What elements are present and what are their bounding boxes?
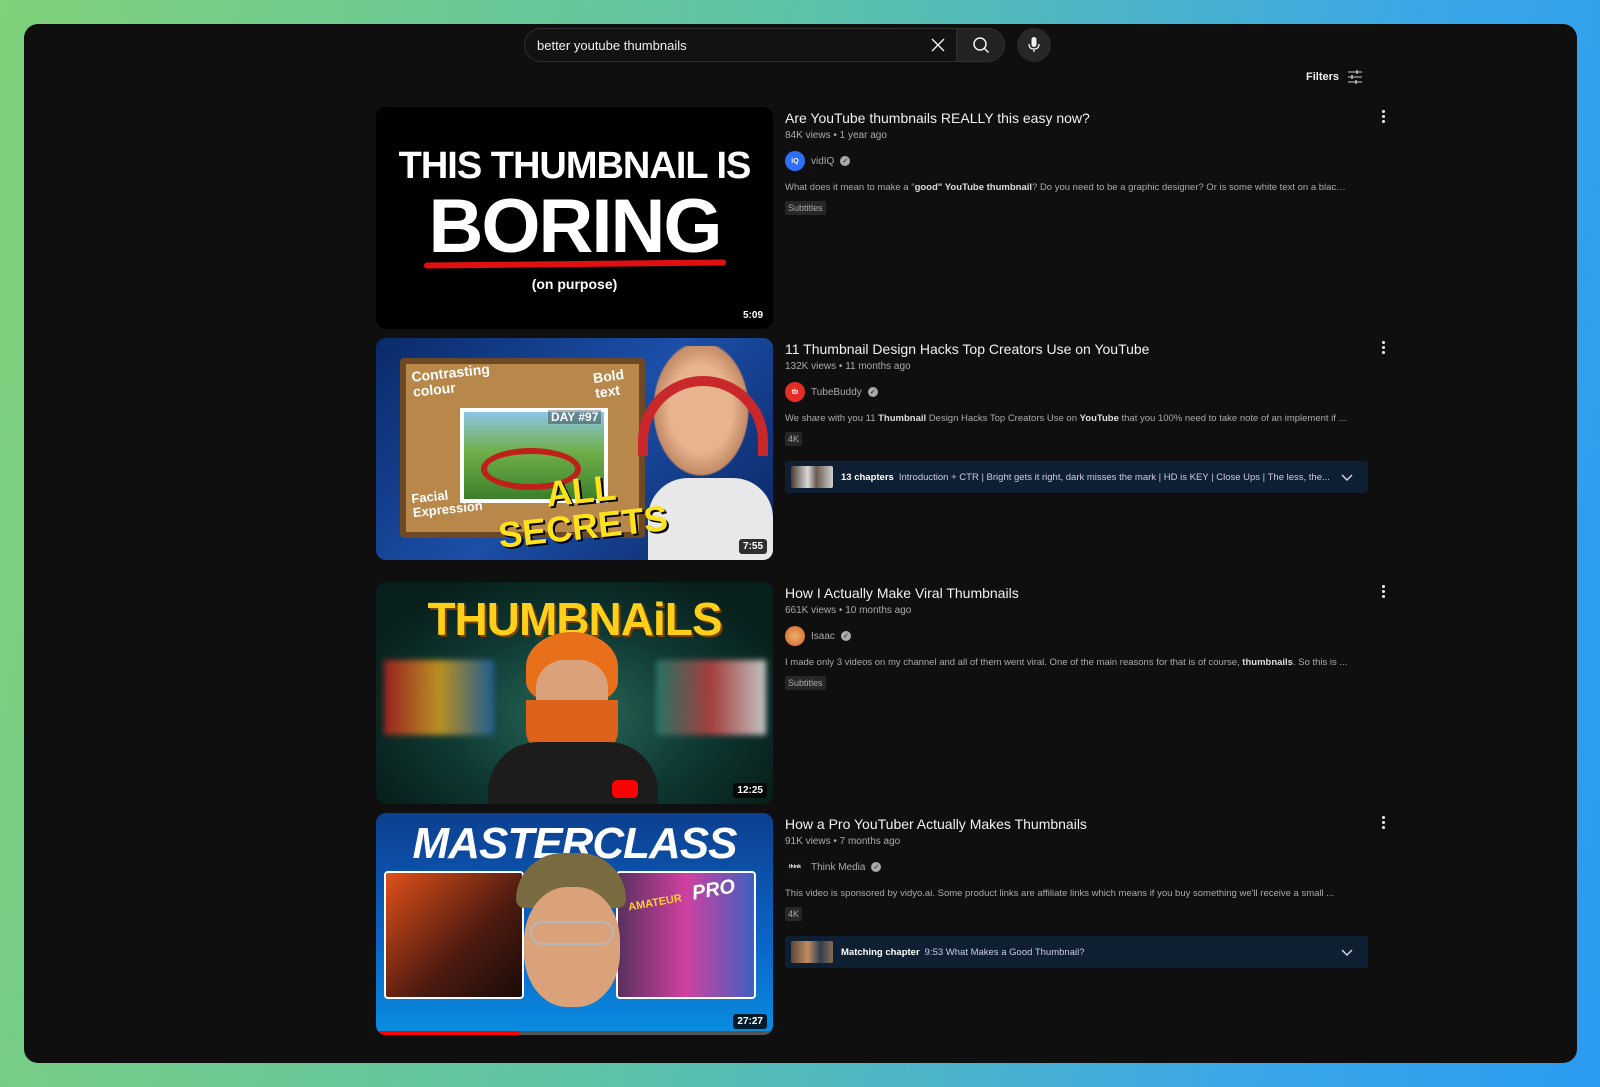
channel-link[interactable]: tb TubeBuddy ✓ <box>785 382 1375 402</box>
browser-window: better youtube thumbnails Filters THIS T… <box>24 24 1577 1063</box>
play-logo <box>612 780 638 798</box>
chapters-text: Introduction + CTR | Bright gets it righ… <box>898 471 1330 483</box>
channel-link[interactable]: Isaac ✓ <box>785 626 1375 646</box>
video-title[interactable]: 11 Thumbnail Design Hacks Top Creators U… <box>785 341 1375 357</box>
matching-chapter-bar[interactable]: Matching chapter 9:53 What Makes a Good … <box>785 936 1368 968</box>
channel-name[interactable]: TubeBuddy <box>811 387 862 398</box>
channel-name[interactable]: Isaac <box>811 631 835 642</box>
channel-name[interactable]: Think Media <box>811 862 865 873</box>
close-icon <box>931 38 945 52</box>
voice-search-button[interactable] <box>1017 28 1051 62</box>
video-thumbnail[interactable]: THIS THUMBNAIL IS BORING (on purpose) 5:… <box>376 107 773 329</box>
avatar[interactable]: iQ <box>785 151 805 171</box>
chapters-bar[interactable]: 13 chapters Introduction + CTR | Bright … <box>785 461 1368 493</box>
video-result[interactable]: MASTERCLASS AMATEUR PRO 27:27 How a Pro … <box>376 813 1385 1035</box>
screen-right <box>656 660 766 735</box>
chapters-label: 13 chapters <box>841 471 894 483</box>
video-description: This video is sponsored by vidyo.ai. Som… <box>785 888 1335 899</box>
thumbnail-text: (on purpose) <box>531 276 618 292</box>
duration-badge: 12:25 <box>733 783 767 798</box>
avatar[interactable]: think <box>785 857 805 877</box>
video-result[interactable]: THUMBNAiLS 12:25 How I Actually Make Vir… <box>376 582 1385 804</box>
video-title[interactable]: How a Pro YouTuber Actually Makes Thumbn… <box>785 816 1375 832</box>
sliders-icon <box>1348 70 1363 84</box>
search-button[interactable] <box>957 28 1005 62</box>
channel-name[interactable]: vidIQ <box>811 156 834 167</box>
quality-badge: 4K <box>785 907 803 921</box>
video-info: Are YouTube thumbnails REALLY this easy … <box>785 107 1375 216</box>
video-title[interactable]: Are YouTube thumbnails REALLY this easy … <box>785 110 1375 126</box>
chapter-thumbnail <box>791 466 833 488</box>
duration-badge: 7:55 <box>738 539 767 554</box>
more-options-icon[interactable] <box>1377 339 1389 355</box>
chapters-label: Matching chapter <box>841 946 920 958</box>
thumbnail-text: Bold text <box>591 365 626 401</box>
search-input[interactable]: better youtube thumbnails <box>524 28 957 62</box>
duration-badge: 5:09 <box>738 308 767 323</box>
person-glasses <box>530 921 614 945</box>
channel-link[interactable]: iQ vidIQ ✓ <box>785 151 1375 171</box>
verified-icon: ✓ <box>867 387 878 397</box>
verified-icon: ✓ <box>840 156 851 166</box>
thumbnail-text: THIS THUMBNAIL IS <box>398 145 752 187</box>
video-meta: 91K views • 7 months ago <box>785 836 901 847</box>
filters-label: Filters <box>1306 71 1340 83</box>
search-icon <box>972 37 989 54</box>
chapter-thumbnail <box>791 941 833 963</box>
video-description: I made only 3 videos on my channel and a… <box>785 657 1348 668</box>
video-info: How a Pro YouTuber Actually Makes Thumbn… <box>785 813 1375 968</box>
more-options-icon[interactable] <box>1377 583 1389 599</box>
chevron-down-icon[interactable] <box>1340 945 1354 959</box>
filters-button[interactable]: Filters <box>1306 70 1363 84</box>
search-query-text[interactable]: better youtube thumbnails <box>537 38 920 53</box>
video-thumbnail[interactable]: Contrasting colour Bold text DAY #97 Fac… <box>376 338 773 560</box>
video-description: What does it mean to make a "good" YouTu… <box>785 182 1350 193</box>
more-options-icon[interactable] <box>1377 814 1389 830</box>
clear-search-button[interactable] <box>920 29 956 61</box>
verified-icon: ✓ <box>871 862 882 872</box>
video-meta: 132K views • 11 months ago <box>785 361 911 372</box>
microphone-icon <box>1028 37 1040 52</box>
avatar[interactable]: tb <box>785 382 805 402</box>
video-info: How I Actually Make Viral Thumbnails 661… <box>785 582 1375 691</box>
verified-icon: ✓ <box>840 631 851 641</box>
video-meta: 84K views • 1 year ago <box>785 130 887 141</box>
video-result[interactable]: THIS THUMBNAIL IS BORING (on purpose) 5:… <box>376 107 1385 329</box>
video-thumbnail[interactable]: THUMBNAiLS 12:25 <box>376 582 773 804</box>
avatar[interactable] <box>785 626 805 646</box>
video-thumbnail[interactable]: MASTERCLASS AMATEUR PRO 27:27 <box>376 813 773 1035</box>
progress-bar <box>376 1031 773 1035</box>
more-options-icon[interactable] <box>1377 108 1389 124</box>
subtitles-badge: Subtitles <box>785 201 826 215</box>
subtitles-badge: Subtitles <box>785 676 826 690</box>
thumbnail-text: BORING <box>428 184 723 269</box>
quality-badge: 4K <box>785 432 803 446</box>
chevron-down-icon[interactable] <box>1340 470 1354 484</box>
person-face <box>524 887 620 1007</box>
video-info: 11 Thumbnail Design Hacks Top Creators U… <box>785 338 1375 493</box>
duration-badge: 27:27 <box>733 1014 767 1029</box>
chapters-text: 9:53 What Makes a Good Thumbnail? <box>924 946 1085 958</box>
thumbnail-text: DAY #97 <box>548 410 602 424</box>
screen-left <box>384 660 494 735</box>
left-panel <box>384 871 524 999</box>
channel-link[interactable]: think Think Media ✓ <box>785 857 1375 877</box>
video-description: We share with you 11 Thumbnail Design Ha… <box>785 413 1347 424</box>
video-result[interactable]: Contrasting colour Bold text DAY #97 Fac… <box>376 338 1385 560</box>
video-meta: 661K views • 10 months ago <box>785 605 912 616</box>
video-title[interactable]: How I Actually Make Viral Thumbnails <box>785 585 1375 601</box>
